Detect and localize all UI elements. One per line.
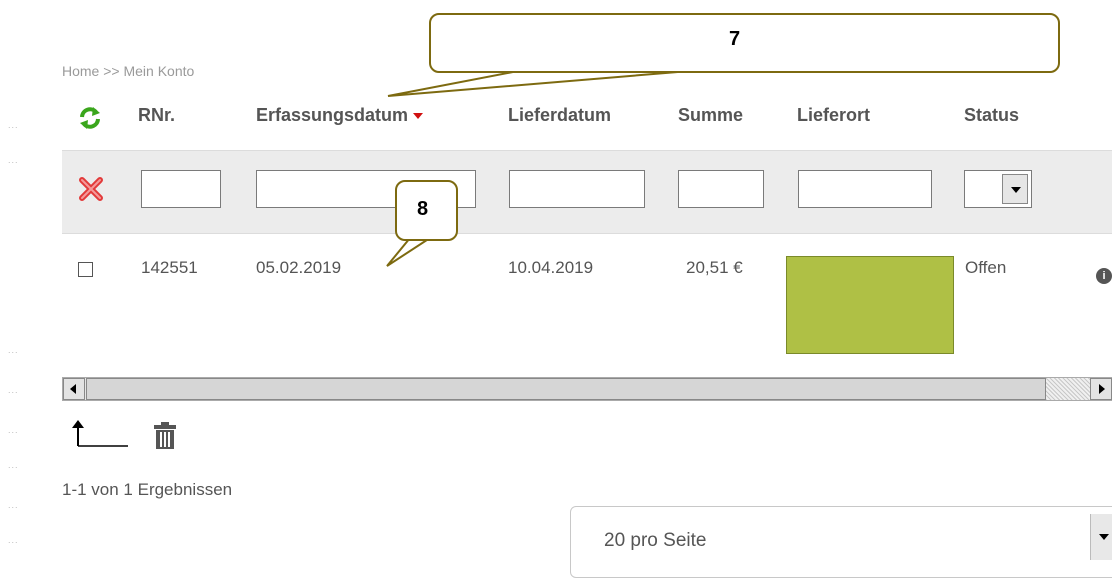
sidebar-dots: ... — [8, 345, 19, 355]
clear-filter-icon[interactable] — [78, 176, 104, 202]
result-count: 1-1 von 1 Ergebnissen — [62, 480, 233, 499]
sidebar-dots: ... — [8, 500, 19, 510]
callout-box — [429, 13, 1060, 73]
scrollbar-track[interactable] — [1046, 378, 1090, 400]
trash-icon[interactable] — [152, 422, 178, 450]
column-header-rnr[interactable]: RNr. — [138, 105, 175, 126]
column-header-lieferort[interactable]: Lieferort — [797, 105, 870, 126]
filter-lieferdatum-input[interactable] — [509, 170, 645, 208]
filter-status-select[interactable] — [964, 170, 1032, 208]
breadcrumb: Home >> Mein Konto — [62, 63, 195, 79]
callout-number: 8 — [417, 198, 429, 220]
filter-lieferort-input[interactable] — [798, 170, 932, 208]
info-icon[interactable]: i — [1096, 268, 1112, 284]
column-header-lieferdatum[interactable]: Lieferdatum — [508, 105, 611, 126]
sidebar-dots: ... — [8, 385, 19, 395]
column-header-erfassungsdatum[interactable]: Erfassungsdatum — [256, 105, 424, 126]
column-header-status[interactable]: Status — [964, 105, 1019, 126]
sidebar-dots: ... — [8, 425, 19, 435]
cell-rnr: 142551 — [141, 258, 198, 277]
sidebar-dots: ... — [8, 460, 19, 470]
refresh-icon[interactable] — [78, 106, 102, 130]
chevron-down-icon[interactable] — [1090, 514, 1112, 560]
sidebar-dots: ... — [8, 120, 19, 130]
cell-lieferdatum: 10.04.2019 — [508, 258, 594, 277]
cell-status: Offen — [965, 258, 1007, 277]
row-checkbox[interactable] — [78, 262, 93, 277]
export-arrow-icon[interactable] — [70, 418, 130, 448]
filter-rnr-input[interactable] — [141, 170, 221, 208]
scroll-right-icon[interactable] — [1090, 378, 1112, 400]
sidebar-dots: ... — [8, 155, 19, 165]
scroll-left-icon[interactable] — [63, 378, 85, 400]
sidebar-dots: ... — [8, 535, 19, 545]
callout-number: 7 — [729, 28, 741, 50]
column-header-summe[interactable]: Summe — [678, 105, 743, 126]
per-page-value: 20 pro Seite — [604, 530, 707, 551]
column-header-label: Erfassungsdatum — [256, 105, 409, 125]
cell-summe: 20,51 € — [686, 258, 743, 277]
scrollbar-thumb[interactable] — [86, 378, 1046, 400]
filter-summe-input[interactable] — [678, 170, 764, 208]
sort-descending-icon — [413, 113, 424, 120]
chevron-down-icon[interactable] — [1002, 174, 1028, 204]
cell-erfassungsdatum: 05.02.2019 — [256, 258, 342, 277]
lieferort-redacted-block — [786, 256, 954, 354]
